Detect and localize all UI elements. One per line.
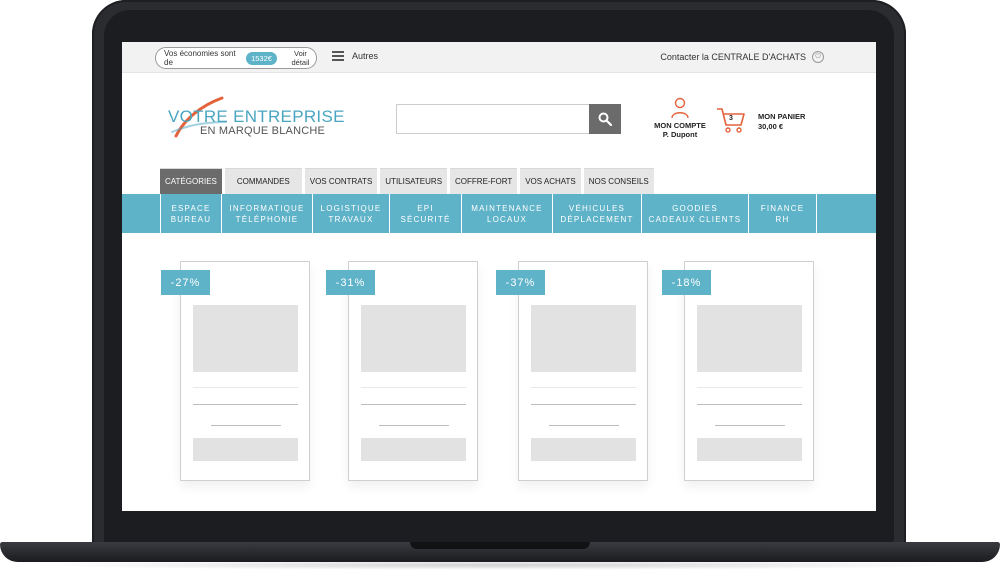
tab-users[interactable]: UTILISATEURS bbox=[380, 168, 448, 194]
category-line1: EPI bbox=[417, 203, 434, 213]
product-button-placeholder[interactable] bbox=[193, 438, 298, 461]
product-price-placeholder bbox=[715, 425, 785, 426]
logo-line1: VOTRE ENTREPRISE bbox=[168, 107, 345, 126]
cart-count-badge: 3 bbox=[729, 115, 733, 122]
discount-badge: -18% bbox=[662, 270, 711, 295]
tab-purchases[interactable]: VOS ACHATS bbox=[520, 168, 581, 194]
category-logistics[interactable]: LOGISTIQUE TRAVAUX bbox=[313, 194, 390, 233]
savings-detail-link[interactable]: Voir détail bbox=[285, 49, 316, 67]
divider bbox=[531, 387, 636, 388]
main-tabs: CATÉGORIES COMMANDES VOS CONTRATS UTILIS… bbox=[160, 168, 654, 194]
discount-badge: -37% bbox=[496, 270, 545, 295]
product-title-placeholder bbox=[531, 404, 636, 405]
category-line1: GOODIES bbox=[672, 203, 718, 213]
category-line2: SÉCURITÉ bbox=[400, 214, 451, 224]
category-it-phone[interactable]: INFORMATIQUE TÉLÉPHONIE bbox=[222, 194, 313, 233]
category-line1: INFORMATIQUE bbox=[229, 203, 305, 213]
category-safety[interactable]: EPI SÉCURITÉ bbox=[390, 194, 462, 233]
category-goodies[interactable]: GOODIES CADEAUX CLIENTS bbox=[642, 194, 749, 233]
laptop-notch bbox=[410, 542, 590, 549]
divider bbox=[193, 387, 298, 388]
product-title-placeholder bbox=[697, 404, 802, 405]
category-line2: DÉPLACEMENT bbox=[560, 214, 634, 224]
hamburger-icon bbox=[332, 51, 344, 61]
category-line2: BUREAU bbox=[170, 214, 212, 224]
savings-amount-badge: 1532€ bbox=[246, 51, 277, 65]
tab-orders[interactable]: COMMANDES bbox=[224, 168, 302, 194]
cart-total: 30,00 € bbox=[758, 122, 784, 131]
logo-line2: EN MARQUE BLANCHE bbox=[200, 125, 326, 137]
top-bar: Vos économies sont de 1532€ Voir détail … bbox=[122, 42, 876, 73]
tab-advice[interactable]: NOS CONSEILS bbox=[583, 168, 654, 194]
category-line1: LOGISTIQUE bbox=[320, 203, 382, 213]
category-line2: TRAVAUX bbox=[328, 214, 374, 224]
product-button-placeholder[interactable] bbox=[697, 438, 802, 461]
screen: Vos économies sont de 1532€ Voir détail … bbox=[122, 42, 876, 511]
account-menu[interactable]: MON COMPTE P. Dupont bbox=[652, 97, 708, 139]
category-line1: VÉHICULES bbox=[568, 203, 626, 213]
product-price-placeholder bbox=[379, 425, 449, 426]
divider bbox=[361, 387, 466, 388]
search-icon bbox=[598, 112, 612, 126]
category-finance[interactable]: FINANCE RH bbox=[749, 194, 817, 233]
category-maintenance[interactable]: MAINTENANCE LOCAUX bbox=[462, 194, 553, 233]
category-line1: ESPACE bbox=[171, 203, 211, 213]
others-label: Autres bbox=[352, 51, 379, 61]
account-user: P. Dupont bbox=[662, 130, 698, 139]
tab-categories[interactable]: CATÉGORIES bbox=[160, 168, 222, 194]
category-line2: LOCAUX bbox=[486, 214, 528, 224]
product-image-placeholder bbox=[531, 305, 636, 372]
others-menu[interactable]: Autres bbox=[332, 51, 378, 61]
product-image-placeholder bbox=[697, 305, 802, 372]
category-vehicles[interactable]: VÉHICULES DÉPLACEMENT bbox=[553, 194, 642, 233]
category-bar: ESPACE BUREAU INFORMATIQUE TÉLÉPHONIE LO… bbox=[122, 194, 876, 233]
savings-widget[interactable]: Vos économies sont de 1532€ Voir détail bbox=[155, 47, 317, 69]
search-input[interactable] bbox=[396, 104, 621, 134]
product-title-placeholder bbox=[193, 404, 298, 405]
category-line2: TÉLÉPHONIE bbox=[235, 214, 299, 224]
tab-vault[interactable]: COFFRE-FORT bbox=[450, 168, 518, 194]
cart-button[interactable]: 3 bbox=[716, 106, 746, 136]
category-line2: RH bbox=[775, 214, 790, 224]
tab-contracts[interactable]: VOS CONTRATS bbox=[304, 168, 378, 194]
product-image-placeholder bbox=[193, 305, 298, 372]
product-image-placeholder bbox=[361, 305, 466, 372]
power-icon[interactable]: ⏻ bbox=[812, 51, 824, 63]
contact-link[interactable]: Contacter la CENTRALE D'ACHATS bbox=[660, 52, 806, 62]
user-icon bbox=[671, 97, 689, 119]
laptop-mockup: Vos économies sont de 1532€ Voir détail … bbox=[0, 0, 1000, 574]
cart-summary[interactable]: MON PANIER 30,00 € bbox=[758, 112, 805, 132]
category-line1: FINANCE bbox=[760, 203, 805, 213]
category-line2: CADEAUX CLIENTS bbox=[648, 214, 742, 224]
discount-badge: -31% bbox=[326, 270, 375, 295]
category-office[interactable]: ESPACE BUREAU bbox=[160, 194, 222, 233]
discount-badge: -27% bbox=[161, 270, 210, 295]
category-line1: MAINTENANCE bbox=[471, 203, 543, 213]
product-title-placeholder bbox=[361, 404, 466, 405]
logo[interactable]: VOTRE ENTREPRISE EN MARQUE BLANCHE bbox=[168, 92, 344, 147]
savings-label: Vos économies sont de bbox=[164, 49, 236, 67]
product-button-placeholder[interactable] bbox=[531, 438, 636, 461]
divider bbox=[697, 387, 802, 388]
account-title: MON COMPTE bbox=[654, 121, 706, 130]
product-button-placeholder[interactable] bbox=[361, 438, 466, 461]
search-button[interactable] bbox=[589, 104, 621, 134]
cart-title: MON PANIER bbox=[758, 112, 806, 121]
product-price-placeholder bbox=[549, 425, 619, 426]
product-price-placeholder bbox=[211, 425, 281, 426]
